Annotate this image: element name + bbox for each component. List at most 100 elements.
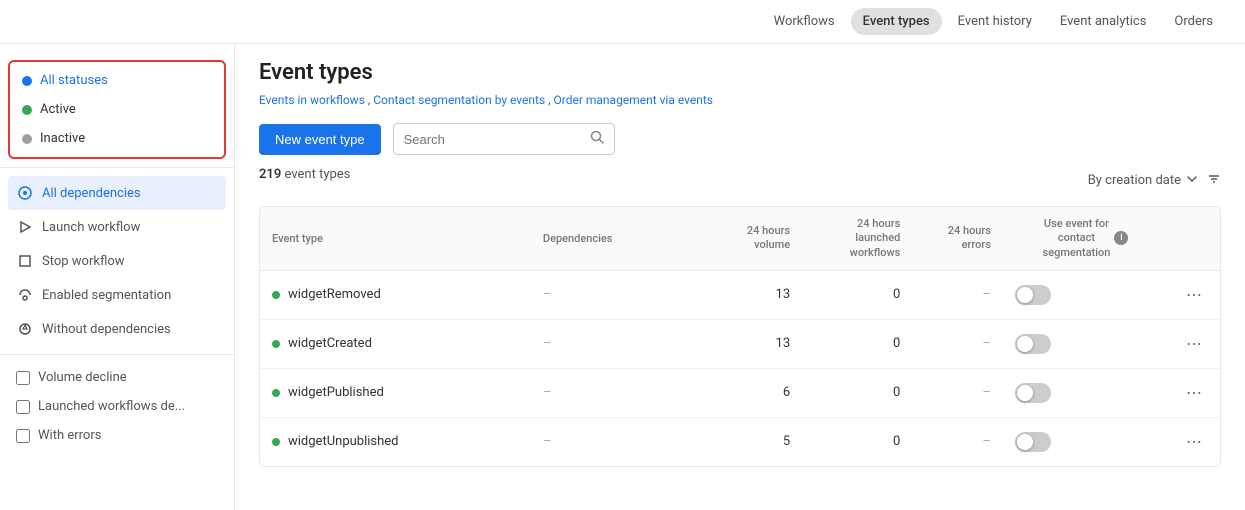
dep-launch[interactable]: Launch workflow — [0, 210, 234, 244]
volume-cell: 13 — [711, 319, 803, 368]
th-event-type: Event type — [260, 207, 531, 270]
active-dot — [272, 340, 280, 348]
main-content: Event types Events in workflows , Contac… — [235, 44, 1245, 510]
check-launched[interactable]: Launched workflows de... — [0, 392, 234, 421]
more-cell: ⋯ — [1168, 417, 1220, 466]
breadcrumb-link-1[interactable]: Events in workflows — [259, 93, 365, 107]
launched-cell: 0 — [802, 270, 912, 319]
result-count: 219 event types — [259, 167, 350, 182]
page-title: Event types — [259, 60, 1221, 85]
toggle-cell — [1003, 417, 1168, 466]
dep-stop[interactable]: Stop workflow — [0, 244, 234, 278]
launched-cell: 0 — [802, 368, 912, 417]
table-row: widgetUnpublished – 5 0 – ⋯ — [260, 417, 1220, 466]
errors-cell: – — [912, 417, 1003, 466]
dot-gray — [22, 134, 32, 144]
status-inactive-label: Inactive — [40, 131, 85, 146]
th-actions — [1168, 207, 1220, 270]
table-row: widgetPublished – 6 0 – ⋯ — [260, 368, 1220, 417]
dep-launch-label: Launch workflow — [42, 220, 140, 235]
table-row: widgetRemoved – 13 0 – ⋯ — [260, 270, 1220, 319]
event-types-table: Event type Dependencies 24 hoursvolume 2… — [259, 206, 1221, 467]
toggle-cell — [1003, 368, 1168, 417]
dependencies-cell: – — [531, 368, 711, 417]
table-row: widgetCreated – 13 0 – ⋯ — [260, 319, 1220, 368]
segmentation-toggle[interactable] — [1015, 285, 1051, 305]
event-name-cell: widgetRemoved — [260, 270, 531, 319]
divider-2 — [0, 354, 234, 355]
dot-blue — [22, 76, 32, 86]
stop-icon — [16, 252, 34, 270]
check-volume-input[interactable] — [16, 371, 30, 385]
more-cell: ⋯ — [1168, 368, 1220, 417]
more-button[interactable]: ⋯ — [1180, 430, 1208, 454]
volume-cell: 13 — [711, 270, 803, 319]
nav-item-workflows[interactable]: Workflows — [762, 8, 847, 35]
dep-all-icon — [16, 184, 34, 202]
dependencies-cell: – — [531, 319, 711, 368]
segmentation-toggle[interactable] — [1015, 383, 1051, 403]
check-volume-label: Volume decline — [38, 370, 127, 385]
dep-all[interactable]: All dependencies — [8, 176, 226, 210]
dot-green — [22, 105, 32, 115]
divider-1 — [0, 167, 234, 168]
search-input[interactable] — [404, 132, 584, 147]
sort-controls: By creation date — [1088, 172, 1221, 190]
event-name-cell: widgetUnpublished — [260, 417, 531, 466]
status-active[interactable]: Active — [10, 95, 224, 124]
launched-cell: 0 — [802, 319, 912, 368]
event-name-text: widgetUnpublished — [288, 434, 399, 449]
check-errors-input[interactable] — [16, 429, 30, 443]
event-name-cell: widgetPublished — [260, 368, 531, 417]
launch-icon — [16, 218, 34, 236]
more-cell: ⋯ — [1168, 319, 1220, 368]
toggle-knob — [1017, 385, 1033, 401]
segmentation-toggle[interactable] — [1015, 432, 1051, 452]
segmentation-icon — [16, 286, 34, 304]
errors-cell: – — [912, 270, 1003, 319]
more-cell: ⋯ — [1168, 270, 1220, 319]
errors-cell: – — [912, 368, 1003, 417]
more-button[interactable]: ⋯ — [1180, 381, 1208, 405]
breadcrumb-link-3[interactable]: Order management via events — [553, 93, 712, 107]
volume-cell: 6 — [711, 368, 803, 417]
nav-item-event-analytics[interactable]: Event analytics — [1048, 8, 1159, 35]
toolbar: New event type — [259, 123, 1221, 155]
active-dot — [272, 438, 280, 446]
info-icon[interactable]: i — [1114, 231, 1128, 245]
breadcrumb-link-2[interactable]: Contact segmentation by events — [373, 93, 545, 107]
more-button[interactable]: ⋯ — [1180, 332, 1208, 356]
breadcrumbs: Events in workflows , Contact segmentati… — [259, 93, 1221, 107]
check-volume[interactable]: Volume decline — [0, 363, 234, 392]
volume-cell: 5 — [711, 417, 803, 466]
dep-without-label: Without dependencies — [42, 322, 171, 337]
sidebar: All statuses Active Inactive All depende… — [0, 44, 235, 510]
nav-item-orders[interactable]: Orders — [1162, 8, 1225, 35]
toggle-knob — [1017, 336, 1033, 352]
event-name-text: widgetPublished — [288, 385, 384, 400]
new-event-type-button[interactable]: New event type — [259, 124, 381, 155]
status-filter-group: All statuses Active Inactive — [8, 60, 226, 159]
status-inactive[interactable]: Inactive — [10, 124, 224, 153]
nav-item-event-types[interactable]: Event types — [851, 8, 942, 35]
status-all-label: All statuses — [40, 73, 108, 88]
filter-icon[interactable] — [1207, 172, 1221, 190]
toggle-cell — [1003, 319, 1168, 368]
check-errors[interactable]: With errors — [0, 421, 234, 450]
chevron-down-icon[interactable] — [1185, 172, 1199, 190]
status-all[interactable]: All statuses — [10, 66, 224, 95]
check-launched-input[interactable] — [16, 400, 30, 414]
toggle-knob — [1017, 434, 1033, 450]
result-number: 219 — [259, 167, 281, 182]
main-layout: All statuses Active Inactive All depende… — [0, 44, 1245, 510]
toggle-knob — [1017, 287, 1033, 303]
more-button[interactable]: ⋯ — [1180, 283, 1208, 307]
dep-segmentation-label: Enabled segmentation — [42, 288, 171, 303]
dep-without[interactable]: Without dependencies — [0, 312, 234, 346]
th-errors: 24 hourserrors — [912, 207, 1003, 270]
th-segmentation: Use event forcontactsegmentation i — [1003, 207, 1168, 270]
segmentation-toggle[interactable] — [1015, 334, 1051, 354]
dep-segmentation[interactable]: Enabled segmentation — [0, 278, 234, 312]
without-deps-icon — [16, 320, 34, 338]
nav-item-event-history[interactable]: Event history — [946, 8, 1044, 35]
